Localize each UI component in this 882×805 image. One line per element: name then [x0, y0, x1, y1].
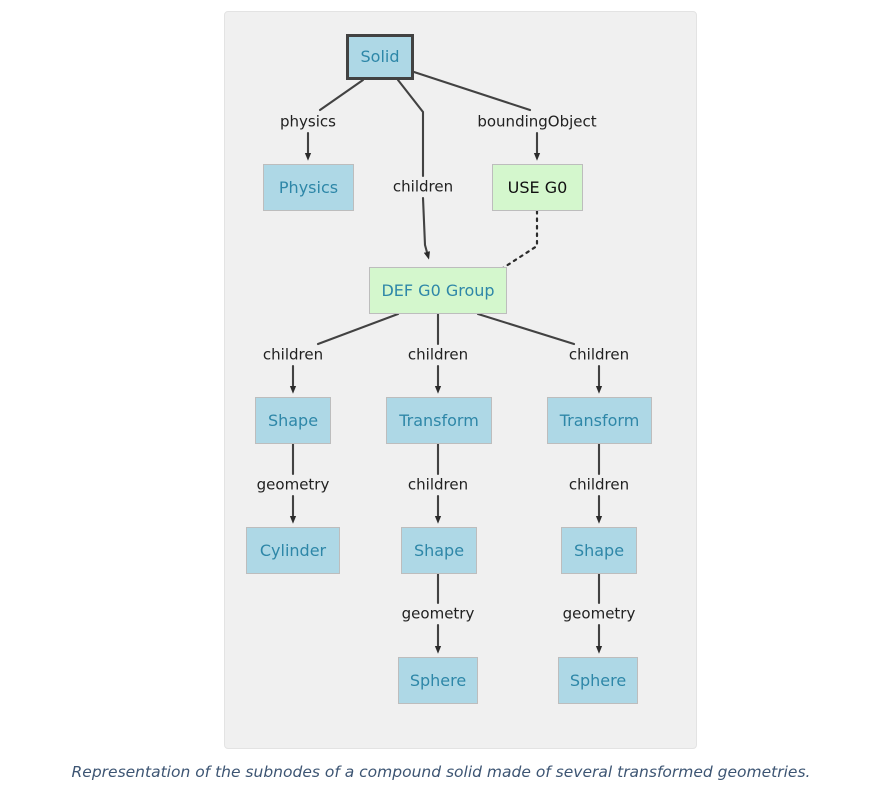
node-transform-b[interactable]: Transform: [386, 397, 492, 444]
node-shape-b[interactable]: Shape: [401, 527, 477, 574]
node-solid-label: Solid: [360, 47, 400, 66]
edge-label-physics: physics: [280, 112, 336, 131]
edge-label-geometry-sphere-b: geometry: [401, 604, 475, 623]
edge-label-children-transform-b: children: [407, 345, 469, 364]
node-cylinder[interactable]: Cylinder: [246, 527, 340, 574]
node-solid[interactable]: Solid: [346, 34, 414, 80]
node-sphere-c[interactable]: Sphere: [558, 657, 638, 704]
node-sphere-c-label: Sphere: [569, 670, 627, 690]
edge-label-children-shape-b: children: [407, 475, 469, 494]
edge-label-geometry-sphere-c: geometry: [562, 604, 636, 623]
node-shape-a[interactable]: Shape: [255, 397, 331, 444]
node-shape-c[interactable]: Shape: [561, 527, 637, 574]
node-transform-c[interactable]: Transform: [547, 397, 652, 444]
node-sphere-b[interactable]: Sphere: [398, 657, 478, 704]
node-use-g0[interactable]: USE G0: [492, 164, 583, 211]
edge-label-children-shape-a: children: [262, 345, 324, 364]
node-sphere-b-label: Sphere: [409, 670, 467, 690]
figure-caption: Representation of the subnodes of a comp…: [71, 763, 811, 781]
node-shape-a-label: Shape: [267, 410, 319, 430]
edge-label-children-shape-c: children: [568, 475, 630, 494]
node-physics-label: Physics: [278, 177, 339, 197]
edge-label-children-solid: children: [392, 177, 454, 196]
node-cylinder-label: Cylinder: [259, 540, 327, 560]
node-use-g0-label: USE G0: [507, 177, 568, 197]
figure-root: DEF G0 Group reference (dotted) --> Soli…: [0, 0, 882, 805]
node-def-g0-group-label: DEF G0 Group: [381, 280, 495, 300]
edge-label-boundingobject: boundingObject: [477, 112, 597, 131]
node-transform-c-label: Transform: [559, 410, 640, 430]
node-transform-b-label: Transform: [399, 410, 479, 430]
edge-label-geometry-cylinder: geometry: [256, 475, 330, 494]
node-physics[interactable]: Physics: [263, 164, 354, 211]
node-def-g0-group[interactable]: DEF G0 Group: [369, 267, 507, 314]
edge-label-children-transform-c: children: [568, 345, 630, 364]
node-shape-b-label: Shape: [413, 540, 465, 560]
node-shape-c-label: Shape: [573, 540, 625, 560]
